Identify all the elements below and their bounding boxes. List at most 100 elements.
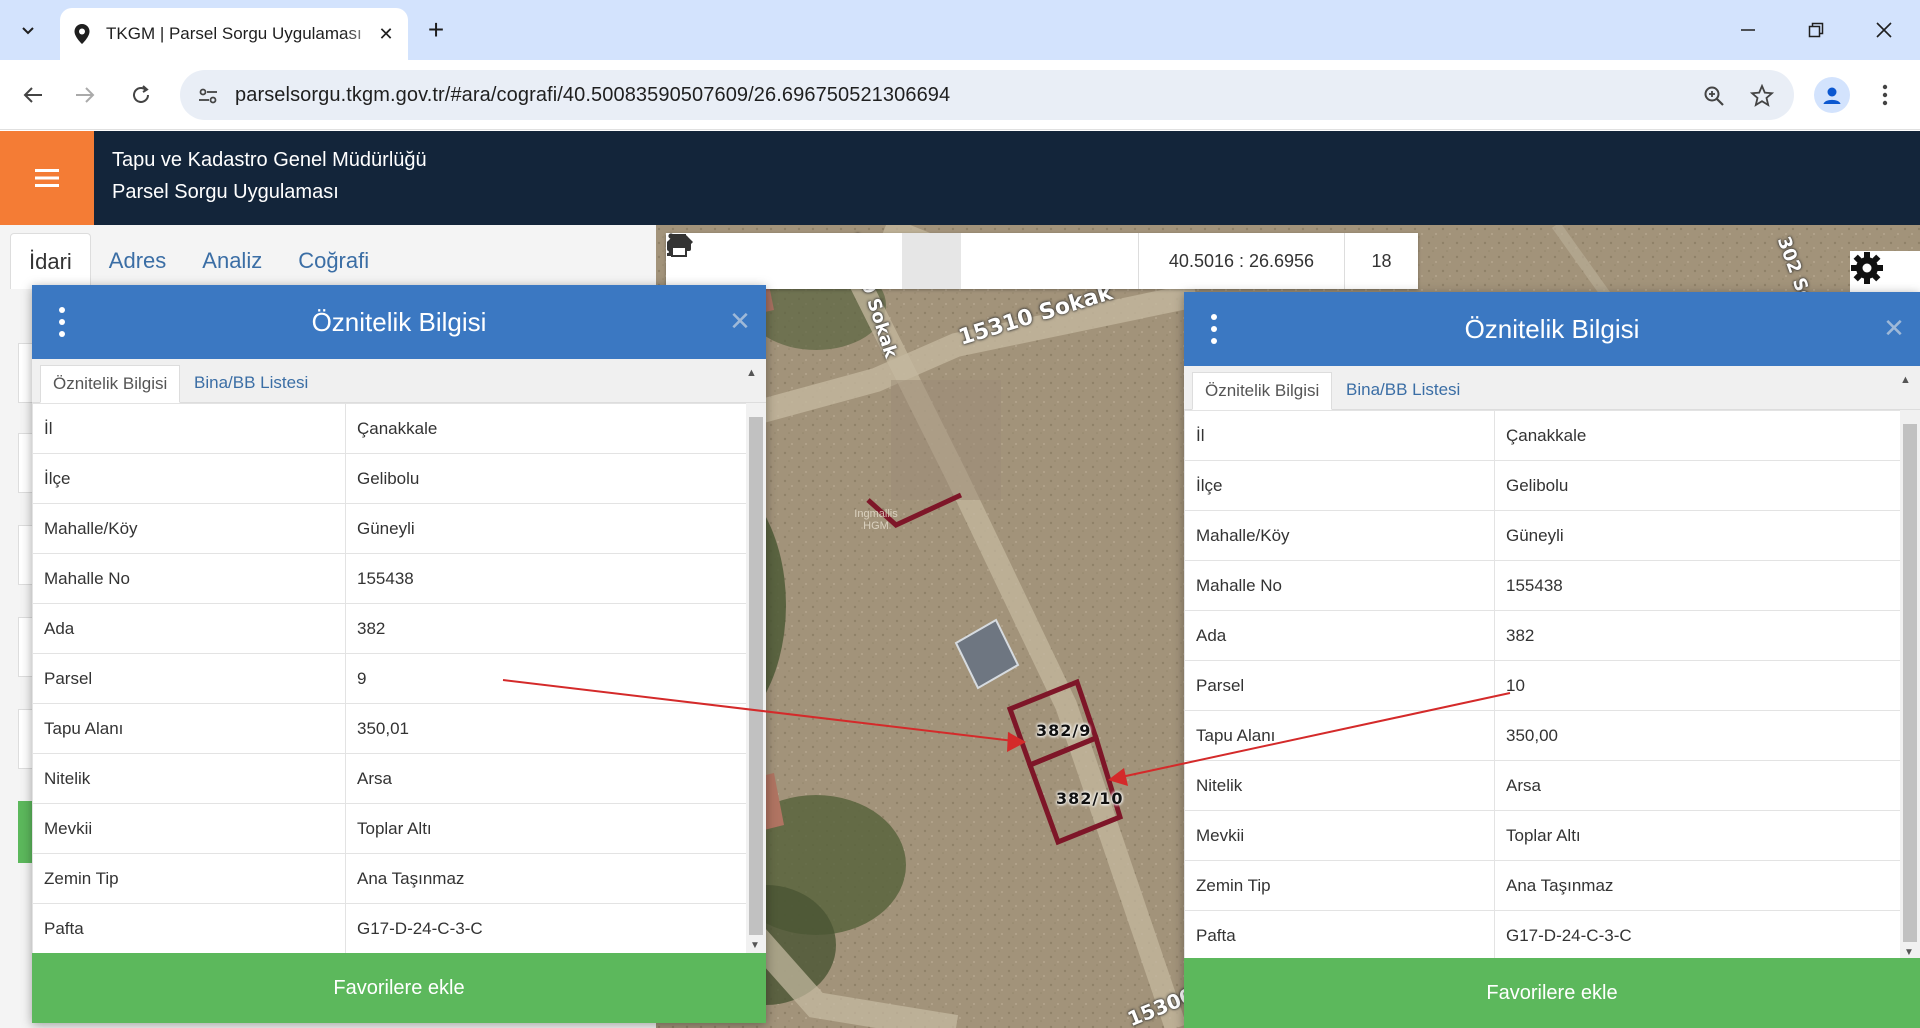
row-value: Ana Taşınmaz <box>345 853 747 904</box>
close-window-button[interactable] <box>1856 6 1912 54</box>
back-button[interactable] <box>14 76 52 114</box>
table-row: Mahalle No 155438 <box>1184 560 1901 611</box>
row-label: Mahalle No <box>1184 560 1495 611</box>
row-value: 382 <box>345 603 747 654</box>
search-tabs: İdari Adres Analiz Coğrafi <box>10 233 387 289</box>
row-value: Toplar Altı <box>345 803 747 854</box>
table-row: Mevkii Toplar Altı <box>1184 810 1901 861</box>
close-icon[interactable]: ✕ <box>1882 315 1906 341</box>
app-title: Tapu ve Kadastro Genel Müdürlüğü <box>112 149 427 171</box>
row-value: Arsa <box>1494 760 1901 811</box>
table-row: Nitelik Arsa <box>32 753 747 804</box>
forward-button[interactable] <box>66 76 104 114</box>
scroll-up-arrow-icon[interactable]: ▲ <box>1900 374 1914 388</box>
tab-idari[interactable]: İdari <box>10 233 91 289</box>
hamburger-menu-button[interactable] <box>0 131 94 225</box>
arrow-left-icon <box>23 87 42 103</box>
favorites-button[interactable] <box>667 233 1020 289</box>
zoom-icon[interactable] <box>1700 82 1728 110</box>
table-row: Mahalle/Köy Güneyli <box>1184 510 1901 561</box>
panel-tabs: Öznitelik Bilgisi Bina/BB Listesi <box>1184 366 1920 410</box>
row-value: G17-D-24-C-3-C <box>1494 910 1901 961</box>
app-subtitle: Parsel Sorgu Uygulaması <box>112 181 339 203</box>
close-icon <box>1876 22 1892 38</box>
browser-tab[interactable]: TKGM | Parsel Sorgu Uygulaması ✕ <box>60 8 408 60</box>
row-value: 155438 <box>345 553 747 604</box>
panel-tabs: Öznitelik Bilgisi Bina/BB Listesi <box>32 359 766 403</box>
address-bar[interactable]: parselsorgu.tkgm.gov.tr/#ara/cografi/40.… <box>180 70 1794 120</box>
tab-cografi[interactable]: Coğrafi <box>280 233 387 289</box>
row-label: Tapu Alanı <box>1184 710 1495 761</box>
print-button[interactable] <box>667 233 1138 289</box>
table-row: Ada 382 <box>1184 610 1901 661</box>
new-tab-button[interactable]: + <box>418 12 454 48</box>
restore-button[interactable] <box>1788 6 1844 54</box>
browser-toolbar: parselsorgu.tkgm.gov.tr/#ara/cografi/40.… <box>0 60 1920 130</box>
scroll-thumb[interactable] <box>749 417 763 935</box>
scroll-up-arrow-icon[interactable]: ▲ <box>746 367 760 381</box>
parcel-label-382-10[interactable]: 382/10 <box>1056 789 1124 808</box>
locate-button[interactable] <box>667 233 902 289</box>
row-value: Güneyli <box>1494 510 1901 561</box>
table-row: Mevkii Toplar Altı <box>32 803 747 854</box>
table-row: Mahalle/Köy Güneyli <box>32 503 747 554</box>
scrollbar[interactable]: ▼ <box>746 403 766 953</box>
browser-menu-icon[interactable] <box>1870 77 1900 113</box>
add-favorites-button[interactable]: Favorilere ekle <box>1184 958 1920 1028</box>
table-row: Zemin Tip Ana Taşınmaz <box>32 853 747 904</box>
row-value: Çanakkale <box>345 403 747 454</box>
row-value: Güneyli <box>345 503 747 554</box>
info-button[interactable] <box>667 233 961 289</box>
row-label: İlçe <box>32 453 346 504</box>
row-label: İl <box>1184 410 1495 461</box>
scrollbar[interactable]: ▼ <box>1900 410 1920 960</box>
tab-attributes[interactable]: Öznitelik Bilgisi <box>40 365 181 403</box>
row-label: Parsel <box>1184 660 1495 711</box>
scroll-thumb[interactable] <box>1903 424 1917 942</box>
panel-header: Öznitelik Bilgisi ✕ <box>32 285 766 359</box>
reload-icon <box>133 85 149 103</box>
panel-title: Öznitelik Bilgisi <box>311 307 487 337</box>
row-label: Pafta <box>1184 910 1495 961</box>
arrow-right-icon <box>76 87 95 103</box>
row-value: 350,01 <box>345 703 747 754</box>
tab-building-list[interactable]: Bina/BB Listesi <box>182 365 320 403</box>
table-row: İlçe Gelibolu <box>1184 460 1901 511</box>
scroll-down-arrow-icon[interactable]: ▼ <box>750 940 760 951</box>
row-label: Pafta <box>32 903 346 954</box>
parcel-label-382-9[interactable]: 382/9 <box>1036 721 1091 740</box>
tab-analiz[interactable]: Analiz <box>184 233 280 289</box>
gear-icon <box>1851 252 1883 284</box>
close-tab-icon[interactable]: ✕ <box>374 22 398 46</box>
url-text: parselsorgu.tkgm.gov.tr/#ara/cografi/40.… <box>235 84 951 106</box>
tab-attributes[interactable]: Öznitelik Bilgisi <box>1192 372 1333 410</box>
row-label: Nitelik <box>32 753 346 804</box>
row-label: Nitelik <box>1184 760 1495 811</box>
site-settings-icon[interactable] <box>194 82 222 110</box>
tab-building-list[interactable]: Bina/BB Listesi <box>1334 372 1472 410</box>
scroll-down-arrow-icon[interactable]: ▼ <box>1904 947 1914 958</box>
map-toolbar: 40.5016 : 26.6956 18 <box>666 233 1418 289</box>
add-favorites-button[interactable]: Favorilere ekle <box>32 953 766 1023</box>
map-watermark: Ingmallis HGM <box>854 508 898 532</box>
table-row: Pafta G17-D-24-C-3-C <box>1184 910 1901 961</box>
row-value: 9 <box>345 653 747 704</box>
reload-button[interactable] <box>122 76 160 114</box>
measure-button[interactable] <box>667 233 1079 289</box>
close-icon[interactable]: ✕ <box>728 308 752 334</box>
tab-adres[interactable]: Adres <box>91 233 184 289</box>
row-value: Arsa <box>345 753 747 804</box>
attribute-table: İl Çanakkale İlçe Gelibolu Mahalle/Köy Güne… <box>1184 410 1901 961</box>
profile-avatar-icon[interactable] <box>1814 77 1850 113</box>
coordinate-display: 40.5016 : 26.6956 <box>1138 233 1344 289</box>
refresh-button[interactable] <box>668 233 843 289</box>
table-row: Parsel 10 <box>1184 660 1901 711</box>
row-value: Gelibolu <box>345 453 747 504</box>
row-label: Ada <box>1184 610 1495 661</box>
zoom-out-button[interactable] <box>667 233 784 289</box>
row-label: Mahalle No <box>32 553 346 604</box>
panel-title: Öznitelik Bilgisi <box>1464 314 1640 344</box>
tab-search-button[interactable] <box>10 12 46 48</box>
minimize-button[interactable] <box>1720 6 1776 54</box>
bookmark-star-icon[interactable] <box>1748 82 1776 110</box>
